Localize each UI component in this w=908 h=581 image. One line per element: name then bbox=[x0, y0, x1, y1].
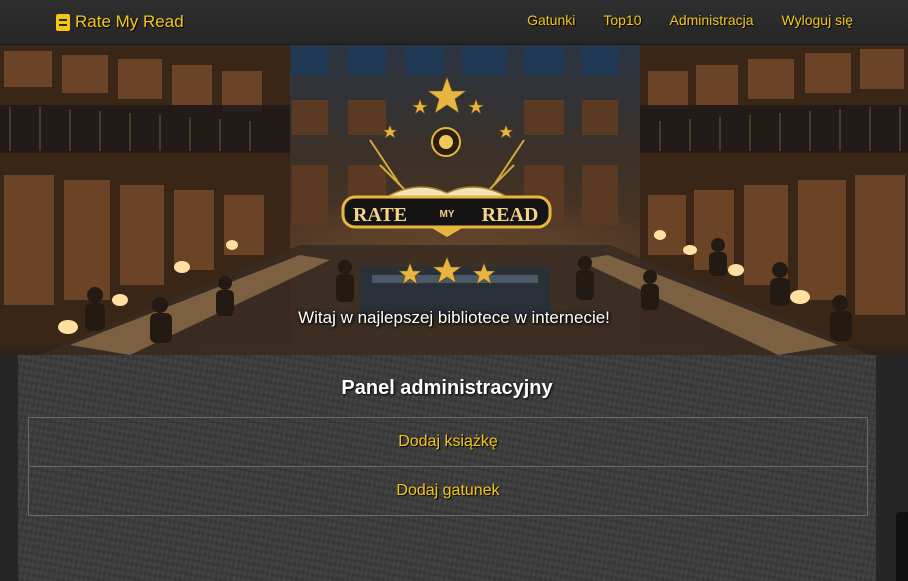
navbar: Rate My Read Gatunki Top10 Administracja… bbox=[0, 0, 908, 45]
admin-panel: Panel administracyjny Dodaj książkę Doda… bbox=[18, 355, 876, 581]
panel-title: Panel administracyjny bbox=[341, 377, 553, 399]
add-book-button[interactable]: Dodaj książkę bbox=[29, 418, 867, 467]
nav-links: Gatunki Top10 Administracja Wyloguj się bbox=[527, 12, 853, 28]
brand-name: Rate My Read bbox=[75, 12, 184, 31]
nav-link-gatunki[interactable]: Gatunki bbox=[527, 12, 575, 28]
admin-action-list: Dodaj książkę Dodaj gatunek bbox=[28, 417, 868, 516]
hero-banner: RATE MY READ Witaj w najlepszej bibliote… bbox=[0, 45, 908, 355]
nav-link-administracja[interactable]: Administracja bbox=[670, 12, 754, 28]
nav-link-top10[interactable]: Top10 bbox=[603, 12, 641, 28]
logo-text-read: READ bbox=[482, 204, 539, 226]
add-genre-button[interactable]: Dodaj gatunek bbox=[29, 467, 867, 515]
brand-link[interactable]: Rate My Read bbox=[56, 11, 184, 33]
nav-link-wyloguj[interactable]: Wyloguj się bbox=[782, 12, 853, 28]
page-margin-left bbox=[0, 355, 18, 581]
logo-text-my: MY bbox=[440, 209, 455, 220]
book-icon bbox=[56, 13, 70, 31]
hero-tagline: Witaj w najlepszej bibliotece w internec… bbox=[298, 308, 610, 327]
logo-text-rate: RATE bbox=[353, 204, 407, 226]
scrollbar[interactable] bbox=[896, 512, 908, 581]
